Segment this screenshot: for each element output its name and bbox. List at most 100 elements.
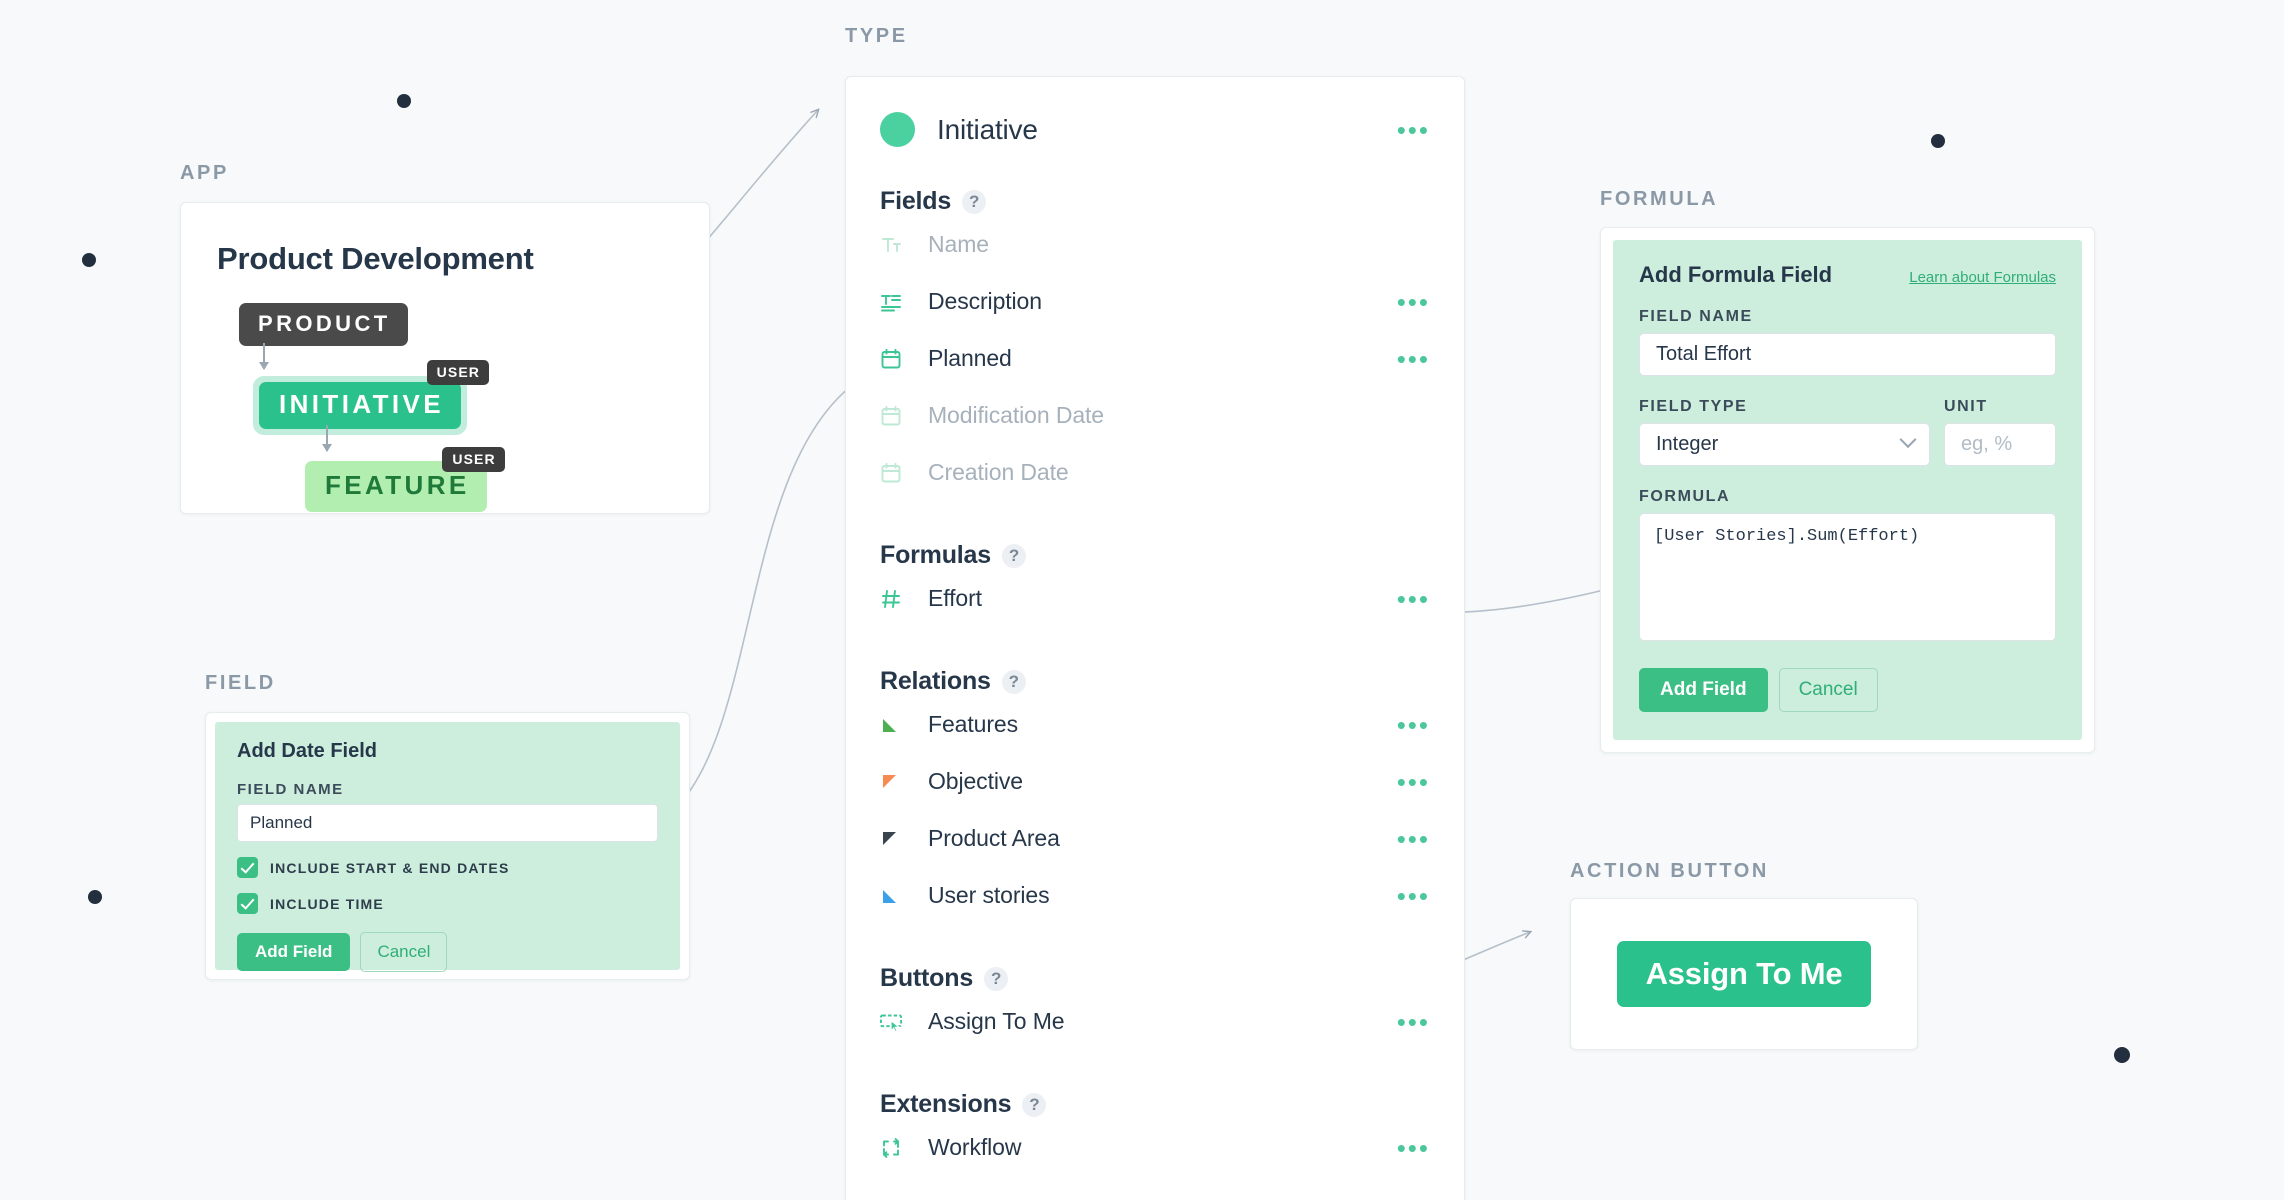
section-heading-label: Formulas xyxy=(880,541,991,570)
calendar-icon xyxy=(880,405,910,427)
cursor-button-icon xyxy=(880,1011,910,1033)
field-label: Objective xyxy=(928,768,1023,795)
field-name-input[interactable] xyxy=(237,804,658,842)
app-card: Product Development PRODUCT INITIATIVE U… xyxy=(180,202,710,514)
field-overflow-menu-icon[interactable]: ••• xyxy=(1397,297,1430,307)
add-field-button[interactable]: Add Field xyxy=(1639,668,1768,712)
cancel-button[interactable]: Cancel xyxy=(360,932,447,972)
formula-label: FORMULA xyxy=(1639,488,2056,506)
field-overflow-menu-icon[interactable]: ••• xyxy=(1397,834,1430,844)
add-field-button[interactable]: Add Field xyxy=(237,933,350,971)
section-heading-label: Buttons xyxy=(880,964,973,993)
relation-row-product-area[interactable]: Product Area ••• xyxy=(846,810,1464,867)
section-caption-type: TYPE xyxy=(845,25,908,48)
text-field-icon xyxy=(880,234,910,256)
field-label: Name xyxy=(928,231,989,258)
relation-row-user-stories[interactable]: User stories ••• xyxy=(846,867,1464,924)
section-heading-relations: Relations ? xyxy=(846,667,1464,696)
section-caption-action-button: ACTION BUTTON xyxy=(1570,860,1769,883)
user-tag-badge: USER xyxy=(427,360,489,385)
field-type-label: FIELD TYPE xyxy=(1639,398,1930,416)
hierarchy-badge-initiative[interactable]: INITIATIVE xyxy=(259,382,461,429)
workflow-loop-icon xyxy=(880,1137,910,1159)
field-label: Planned xyxy=(928,345,1012,372)
field-label: User stories xyxy=(928,882,1050,909)
type-card: Initiative ••• Fields ? Name Description… xyxy=(845,76,1465,1200)
hierarchy-badge-initiative-wrapper[interactable]: INITIATIVE USER xyxy=(253,376,467,435)
type-hierarchy: PRODUCT INITIATIVE USER FEATURE USER xyxy=(181,303,709,512)
field-type-select[interactable] xyxy=(1639,423,1930,466)
help-icon[interactable]: ? xyxy=(962,190,986,214)
help-icon[interactable]: ? xyxy=(1002,670,1026,694)
decor-dot xyxy=(88,890,102,904)
decor-dot xyxy=(82,253,96,267)
formula-textarea[interactable] xyxy=(1639,513,2056,641)
extension-row-workflow[interactable]: Workflow ••• xyxy=(846,1119,1464,1176)
add-formula-field-panel: Add Formula Field Learn about Formulas F… xyxy=(1613,240,2082,740)
type-overflow-menu-icon[interactable]: ••• xyxy=(1397,125,1430,135)
button-row-assign-to-me[interactable]: Assign To Me ••• xyxy=(846,993,1464,1050)
section-heading-label: Fields xyxy=(880,187,951,216)
learn-about-formulas-link[interactable]: Learn about Formulas xyxy=(1909,269,2056,286)
type-name: Initiative xyxy=(937,114,1038,146)
field-row-modification-date[interactable]: Modification Date xyxy=(846,387,1464,444)
section-heading-formulas: Formulas ? xyxy=(846,541,1464,570)
checkbox-checked-icon[interactable] xyxy=(237,893,258,914)
field-overflow-menu-icon[interactable]: ••• xyxy=(1397,1017,1430,1027)
help-icon[interactable]: ? xyxy=(1002,544,1026,568)
calendar-icon xyxy=(880,462,910,484)
relation-wedge-icon xyxy=(880,772,910,792)
checkbox-label: INCLUDE TIME xyxy=(270,896,384,912)
panel-title: Add Formula Field xyxy=(1639,262,1832,288)
field-overflow-menu-icon[interactable]: ••• xyxy=(1397,1143,1430,1153)
section-caption-formula: FORMULA xyxy=(1600,188,1718,211)
section-heading-label: Extensions xyxy=(880,1090,1011,1119)
relation-wedge-icon xyxy=(880,886,910,906)
action-button-card: Assign To Me xyxy=(1570,898,1918,1050)
field-label: Features xyxy=(928,711,1018,738)
help-icon[interactable]: ? xyxy=(984,967,1008,991)
panel-title: Add Date Field xyxy=(237,740,658,763)
help-icon[interactable]: ? xyxy=(1022,1093,1046,1117)
formula-panel-actions: Add Field Cancel xyxy=(1639,668,2056,712)
field-overflow-menu-icon[interactable]: ••• xyxy=(1397,777,1430,787)
relation-wedge-icon xyxy=(880,829,910,849)
relation-row-features[interactable]: Features ••• xyxy=(846,696,1464,753)
checkbox-include-time[interactable]: INCLUDE TIME xyxy=(237,893,658,914)
field-panel-actions: Add Field Cancel xyxy=(237,932,658,972)
unit-label: UNIT xyxy=(1944,398,2056,416)
relation-wedge-icon xyxy=(880,715,910,735)
field-name-input[interactable] xyxy=(1639,333,2056,376)
field-overflow-menu-icon[interactable]: ••• xyxy=(1397,594,1430,604)
decor-dot xyxy=(397,94,411,108)
cancel-button[interactable]: Cancel xyxy=(1779,668,1878,712)
field-label: Workflow xyxy=(928,1134,1021,1161)
user-tag-badge: USER xyxy=(442,447,504,472)
field-row-name[interactable]: Name xyxy=(846,216,1464,273)
checkbox-include-start-end-dates[interactable]: INCLUDE START & END DATES xyxy=(237,857,658,878)
type-header: Initiative ••• xyxy=(846,77,1464,147)
hash-icon xyxy=(880,588,910,610)
decor-dot xyxy=(1931,134,1945,148)
decor-dot xyxy=(2114,1047,2130,1063)
field-overflow-menu-icon[interactable]: ••• xyxy=(1397,354,1430,364)
field-row-description[interactable]: Description ••• xyxy=(846,273,1464,330)
field-label: Product Area xyxy=(928,825,1060,852)
hierarchy-arrow-icon xyxy=(263,343,265,369)
relation-row-objective[interactable]: Objective ••• xyxy=(846,753,1464,810)
checkbox-checked-icon[interactable] xyxy=(237,857,258,878)
field-panel-card: Add Date Field FIELD NAME INCLUDE START … xyxy=(205,712,690,980)
field-row-creation-date[interactable]: Creation Date xyxy=(846,444,1464,501)
app-title: Product Development xyxy=(181,203,709,277)
field-name-label: FIELD NAME xyxy=(1639,308,2056,326)
formula-row-effort[interactable]: Effort ••• xyxy=(846,570,1464,627)
field-row-planned[interactable]: Planned ••• xyxy=(846,330,1464,387)
add-date-field-panel: Add Date Field FIELD NAME INCLUDE START … xyxy=(215,722,680,970)
assign-to-me-button[interactable]: Assign To Me xyxy=(1617,941,1872,1007)
field-overflow-menu-icon[interactable]: ••• xyxy=(1397,891,1430,901)
calendar-icon xyxy=(880,348,910,370)
hierarchy-badge-product[interactable]: PRODUCT xyxy=(239,303,408,346)
unit-input[interactable] xyxy=(1944,423,2056,466)
unit-group: UNIT xyxy=(1944,398,2056,466)
field-overflow-menu-icon[interactable]: ••• xyxy=(1397,720,1430,730)
